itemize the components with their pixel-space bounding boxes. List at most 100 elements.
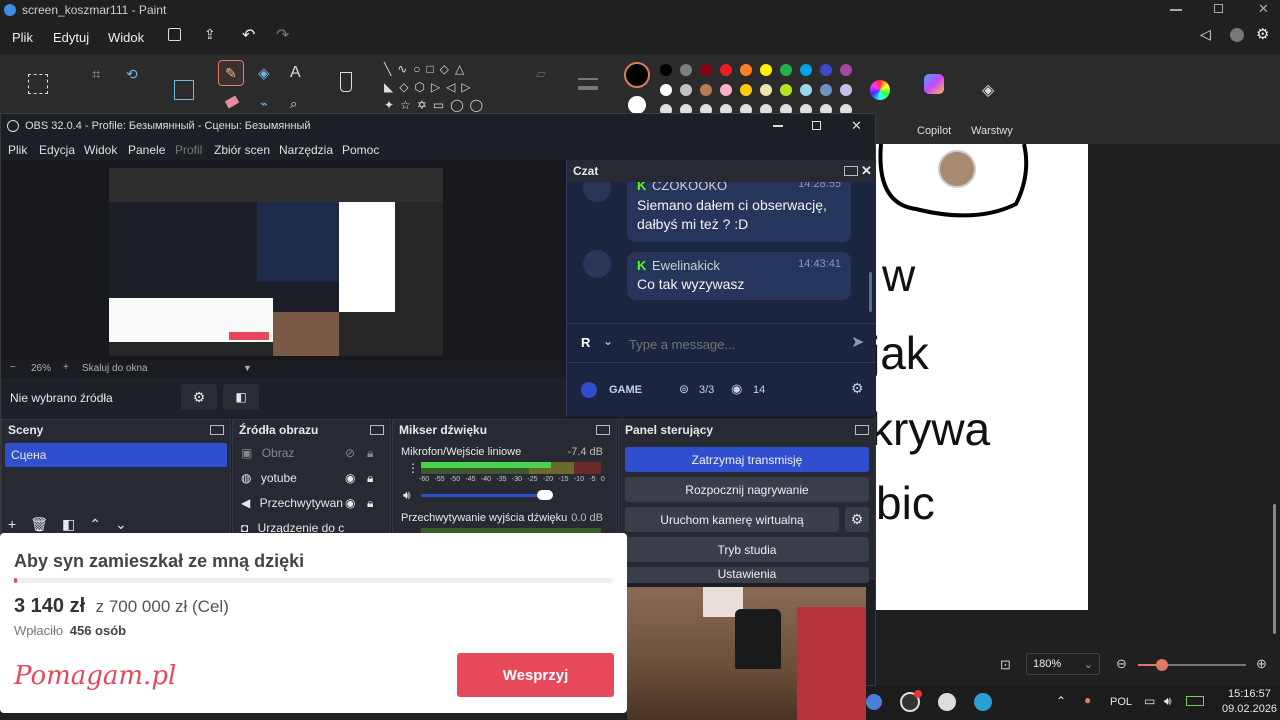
- float-dock-icon[interactable]: [370, 425, 384, 435]
- secondary-color-swatch[interactable]: [628, 96, 646, 114]
- color-editor-icon[interactable]: [870, 80, 890, 100]
- volume-speaker-icon[interactable]: 🔊︎: [403, 488, 411, 503]
- color-swatch[interactable]: [840, 84, 852, 96]
- zoom-slider-thumb[interactable]: [1156, 659, 1168, 671]
- volume-icon[interactable]: 🔊︎: [1164, 694, 1172, 709]
- hidden-eye-icon[interactable]: ⊘: [345, 446, 355, 460]
- clock-date[interactable]: 09.02.2026: [1222, 703, 1277, 715]
- redo-icon[interactable]: ↷: [276, 25, 289, 45]
- clock-time[interactable]: 15:16:57: [1228, 688, 1271, 700]
- scene-item[interactable]: Сцена: [5, 443, 227, 467]
- obs-menu-profile[interactable]: Profil: [175, 143, 202, 157]
- remove-scene-icon[interactable]: 🗑︎: [30, 516, 48, 533]
- zoom-in-button[interactable]: +: [63, 362, 69, 373]
- source-item[interactable]: ◍ yotube ◉ 🔒︎: [241, 471, 385, 485]
- magnifier-icon[interactable]: ⌕: [290, 96, 297, 112]
- volume-slider-thumb[interactable]: [537, 490, 553, 500]
- color-swatch[interactable]: [800, 64, 812, 76]
- obs-menu-view[interactable]: Widok: [84, 143, 117, 157]
- color-swatch[interactable]: [820, 84, 832, 96]
- paint-menu-file[interactable]: Plik: [12, 30, 33, 45]
- restore-button[interactable]: [1214, 4, 1223, 13]
- resize-icon[interactable]: [174, 80, 194, 100]
- copilot-icon[interactable]: [924, 74, 944, 94]
- color-swatch[interactable]: [660, 64, 672, 76]
- start-virtual-camera-button[interactable]: Uruchom kamerę wirtualną: [625, 507, 839, 532]
- undo-icon[interactable]: ↶: [242, 25, 255, 45]
- scene-filters-icon[interactable]: ◧: [62, 516, 75, 533]
- source-properties-gear-icon[interactable]: ⚙: [181, 384, 217, 410]
- scale-mode-select[interactable]: Skaluj do okna: [82, 363, 148, 374]
- chat-settings-gear-icon[interactable]: ⚙: [851, 380, 864, 397]
- zoom-slider[interactable]: [1138, 659, 1246, 671]
- crop-icon[interactable]: ⌗: [92, 66, 100, 83]
- text-tool-icon[interactable]: A: [290, 64, 301, 82]
- obs-menu-file[interactable]: Plik: [8, 143, 27, 157]
- float-dock-icon[interactable]: [210, 425, 224, 435]
- color-swatch[interactable]: [660, 84, 672, 96]
- account-icon[interactable]: [1230, 28, 1244, 42]
- scrollbar-thumb[interactable]: [1273, 504, 1276, 634]
- obs-menu-tools[interactable]: Narzędzia: [279, 143, 333, 157]
- studio-mode-button[interactable]: Tryb studia: [625, 537, 869, 562]
- chevron-down-icon[interactable]: ⌄: [603, 334, 613, 348]
- lock-icon[interactable]: 🔒︎: [367, 446, 373, 461]
- taskbar-app-icon[interactable]: [866, 694, 882, 710]
- chat-scrollbar[interactable]: [869, 272, 872, 312]
- stop-streaming-button[interactable]: Zatrzymaj transmisję: [625, 447, 869, 472]
- color-swatch[interactable]: [740, 84, 752, 96]
- edge-taskbar-icon[interactable]: [974, 693, 992, 711]
- send-icon[interactable]: ➤: [851, 332, 864, 352]
- color-swatch[interactable]: [680, 84, 692, 96]
- obs-menu-edit[interactable]: Edycja: [39, 143, 75, 157]
- minimize-button[interactable]: [1170, 9, 1182, 11]
- settings-button[interactable]: Ustawienia: [625, 567, 869, 583]
- add-scene-icon[interactable]: +: [8, 516, 16, 533]
- color-swatch[interactable]: [820, 64, 832, 76]
- donate-button[interactable]: Wesprzyj: [457, 653, 614, 697]
- fill-icon[interactable]: ◈: [258, 64, 270, 82]
- shape-outline-icon[interactable]: ▱: [536, 66, 546, 82]
- message-user[interactable]: Ewelinakick: [652, 258, 720, 273]
- primary-color-swatch[interactable]: [624, 62, 650, 88]
- share-icon[interactable]: ⇪: [204, 26, 216, 43]
- color-swatch[interactable]: [800, 84, 812, 96]
- visible-eye-icon[interactable]: ◉: [345, 496, 355, 510]
- feedback-icon[interactable]: ◁: [1200, 26, 1211, 43]
- vertical-scrollbar[interactable]: [1272, 144, 1278, 644]
- color-swatch[interactable]: [780, 64, 792, 76]
- fit-to-window-icon[interactable]: ⊡: [1000, 657, 1011, 673]
- obs-menu-docks[interactable]: Panele: [128, 143, 165, 157]
- source-item[interactable]: ◀︎ Przechwytywan ◉ 🔒︎: [241, 496, 385, 510]
- color-swatch[interactable]: [700, 64, 712, 76]
- close-window-button[interactable]: ✕: [1258, 1, 1269, 17]
- zoom-out-icon[interactable]: ⊖: [1116, 656, 1127, 672]
- channel-name[interactable]: GAME: [609, 384, 642, 396]
- save-icon[interactable]: [168, 28, 181, 41]
- visible-eye-icon[interactable]: ◉: [345, 471, 355, 485]
- scale-mode-chevron-icon[interactable]: ▼: [243, 363, 252, 373]
- paint-menu-view[interactable]: Widok: [108, 30, 144, 45]
- close-chat-icon[interactable]: ✕: [861, 163, 872, 179]
- float-dock-icon[interactable]: [855, 425, 869, 435]
- float-dock-icon[interactable]: [596, 425, 610, 435]
- microphone-icon[interactable]: ●: [1084, 693, 1091, 707]
- layers-icon[interactable]: ◈: [982, 80, 994, 100]
- paint-menu-edit[interactable]: Edytuj: [53, 30, 89, 45]
- channel-menu-icon[interactable]: ⋮: [407, 461, 419, 475]
- chat-message-input[interactable]: [629, 334, 839, 354]
- virtual-camera-settings-gear-icon[interactable]: ⚙: [845, 507, 869, 532]
- color-swatch[interactable]: [720, 64, 732, 76]
- color-swatch[interactable]: [760, 84, 772, 96]
- reply-badge-icon[interactable]: R: [581, 335, 590, 350]
- lock-icon[interactable]: 🔒︎: [367, 471, 373, 486]
- zoom-select[interactable]: 180% ⌄: [1026, 653, 1100, 675]
- color-swatch[interactable]: [720, 84, 732, 96]
- color-swatch[interactable]: [840, 64, 852, 76]
- browser-taskbar-icon[interactable]: [938, 693, 956, 711]
- lock-icon[interactable]: 🔒︎: [367, 496, 373, 511]
- float-dock-icon[interactable]: [844, 166, 858, 176]
- size-icon[interactable]: [578, 78, 598, 90]
- move-down-icon[interactable]: ⌄: [115, 516, 127, 533]
- message-user[interactable]: CZOKOOKO: [652, 182, 727, 193]
